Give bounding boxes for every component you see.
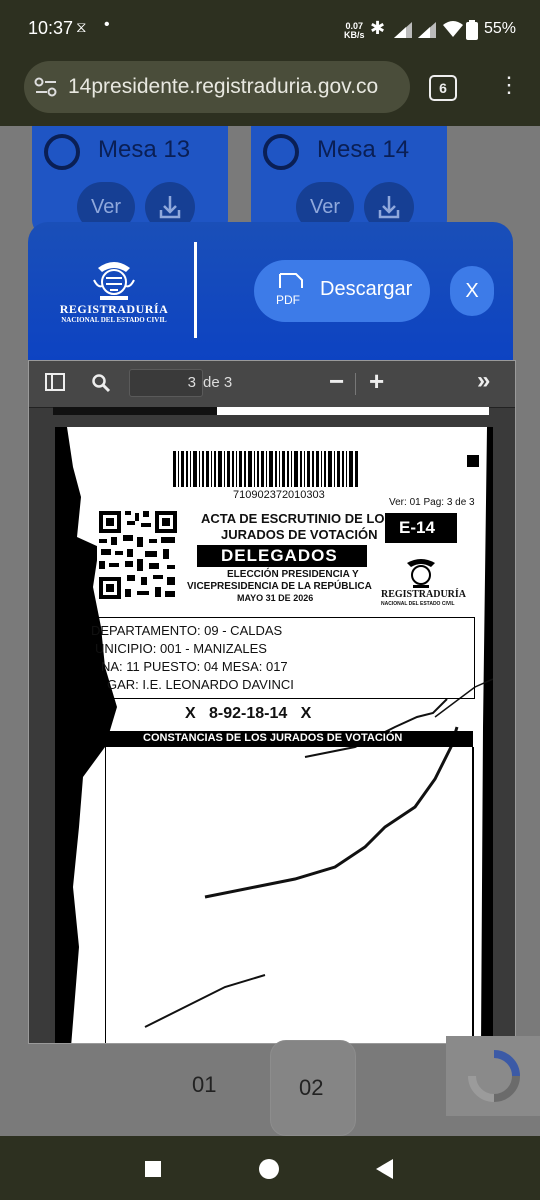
- more-tools-icon[interactable]: »: [477, 367, 490, 395]
- network-speed: 0.07 KB/s: [344, 22, 365, 40]
- document-version: Ver: 01 Pag: 3 de 3: [389, 497, 475, 508]
- pdf-viewer: 3 de 3 − + » 710902372010303 Ver: 01 Pag…: [28, 360, 516, 1044]
- page-01-button[interactable]: 01: [192, 1072, 216, 1098]
- network-speed-unit: KB/s: [344, 30, 365, 40]
- signal-icon: [394, 22, 412, 38]
- radio-circle-icon[interactable]: [263, 134, 299, 170]
- download-pdf-button[interactable]: PDF Descargar: [254, 260, 430, 322]
- election-line1: ELECCIÓN PRESIDENCIA Y: [227, 569, 359, 580]
- page-02-label: 02: [299, 1075, 324, 1100]
- pdf-file-icon: PDF: [276, 273, 303, 307]
- mesa-card: Mesa 14 Ver: [251, 126, 447, 236]
- document-page: 710902372010303 Ver: 01 Pag: 3 de 3 ACTA…: [55, 427, 493, 1043]
- zoom-out-button[interactable]: −: [329, 366, 344, 397]
- constancias-box: [105, 747, 474, 1043]
- home-icon[interactable]: [258, 1158, 280, 1180]
- back-icon[interactable]: [374, 1158, 394, 1180]
- document-title-line2: JURADOS DE VOTACIÓN: [221, 527, 378, 542]
- recaptcha-icon: [468, 1050, 520, 1102]
- site-settings-icon[interactable]: [34, 76, 58, 98]
- page-number-input[interactable]: 3: [129, 369, 203, 397]
- modal-header: REGISTRADURÍA NACIONAL DEL ESTADO CIVIL …: [28, 222, 513, 360]
- zona-puesto-mesa: NA: 11 PUESTO: 04 MESA: 017: [101, 659, 288, 674]
- pdf-icon-text: PDF: [276, 293, 300, 307]
- page-count: de 3: [203, 374, 233, 391]
- departamento: DEPARTAMENTO: 09 - CALDAS: [91, 623, 283, 638]
- mesa-card: Mesa 13 Ver: [32, 126, 228, 236]
- election-date: MAYO 31 DE 2026: [237, 593, 314, 603]
- status-time: 10:37: [28, 18, 74, 38]
- address-bar[interactable]: 14presidente.registraduria.gov.co: [24, 61, 410, 113]
- zoom-in-button[interactable]: +: [369, 366, 384, 397]
- barcode-number: 710902372010303: [233, 489, 325, 501]
- section-header: CONSTANCIAS DE LOS JURADOS DE VOTACIÓN: [143, 732, 403, 744]
- registration-mark: [467, 455, 479, 467]
- form-code: E-14: [399, 518, 435, 537]
- hourglass-icon: ⧖: [76, 19, 87, 36]
- tab-switcher-button[interactable]: 6: [429, 75, 457, 101]
- registraduria-logo: REGISTRADURÍA NACIONAL DEL ESTADO CIVIL: [54, 258, 174, 328]
- sidebar-toggle-icon[interactable]: [45, 373, 65, 391]
- battery-percent: 55%: [484, 20, 517, 37]
- recaptcha-badge[interactable]: [446, 1036, 540, 1116]
- mesa-title: Mesa 14: [317, 136, 410, 163]
- system-nav-bar: [0, 1136, 540, 1200]
- search-icon[interactable]: [91, 373, 111, 393]
- qr-code: [97, 509, 179, 601]
- logo-name: REGISTRADURÍA: [59, 302, 169, 316]
- coat-of-arms-icon: [93, 262, 135, 300]
- close-button[interactable]: X: [450, 266, 494, 316]
- mesa-title: Mesa 13: [98, 136, 191, 163]
- logo-subtitle: NACIONAL DEL ESTADO CIVIL: [61, 316, 167, 324]
- municipio: UNICIPIO: 001 - MANIZALES: [95, 641, 267, 656]
- wifi-icon: [443, 21, 463, 37]
- toolbar-separator: [355, 373, 356, 395]
- lugar: GAR: I.E. LEONARDO DAVINCI: [107, 677, 294, 692]
- signal-icon-2: [418, 22, 436, 38]
- more-menu-icon[interactable]: ⋮: [498, 72, 520, 98]
- document-logo-subtitle: NACIONAL DEL ESTADO CIVIL: [381, 601, 455, 607]
- election-line2: VICEPRESIDENCIA DE LA REPÚBLICA: [187, 581, 372, 592]
- recents-icon[interactable]: [144, 1160, 162, 1178]
- notification-dot-icon: •: [104, 16, 110, 33]
- radio-circle-icon[interactable]: [44, 134, 80, 170]
- serial-code: X 8-92-18-14 X: [185, 705, 312, 722]
- barcode: [173, 451, 358, 487]
- previous-page-edge: [53, 407, 489, 415]
- url-text[interactable]: 14presidente.registraduria.gov.co: [68, 75, 378, 99]
- document-subtitle: DELEGADOS: [221, 546, 338, 565]
- document-coat-of-arms-icon: [407, 559, 435, 588]
- document-title-line1: ACTA DE ESCRUTINIO DE LOS: [201, 511, 394, 526]
- document-logo-name: REGISTRADURÍA: [381, 589, 467, 600]
- pdf-toolbar: 3 de 3 − + »: [29, 361, 515, 408]
- download-label: Descargar: [320, 278, 413, 300]
- status-bar: 10:37 ⧖ • 0.07 KB/s ✱ 55%: [0, 0, 540, 62]
- page-02-button[interactable]: 02: [270, 1040, 356, 1136]
- header-divider: [194, 242, 197, 338]
- battery-icon: [466, 20, 478, 40]
- bluetooth-icon: ✱: [370, 18, 386, 38]
